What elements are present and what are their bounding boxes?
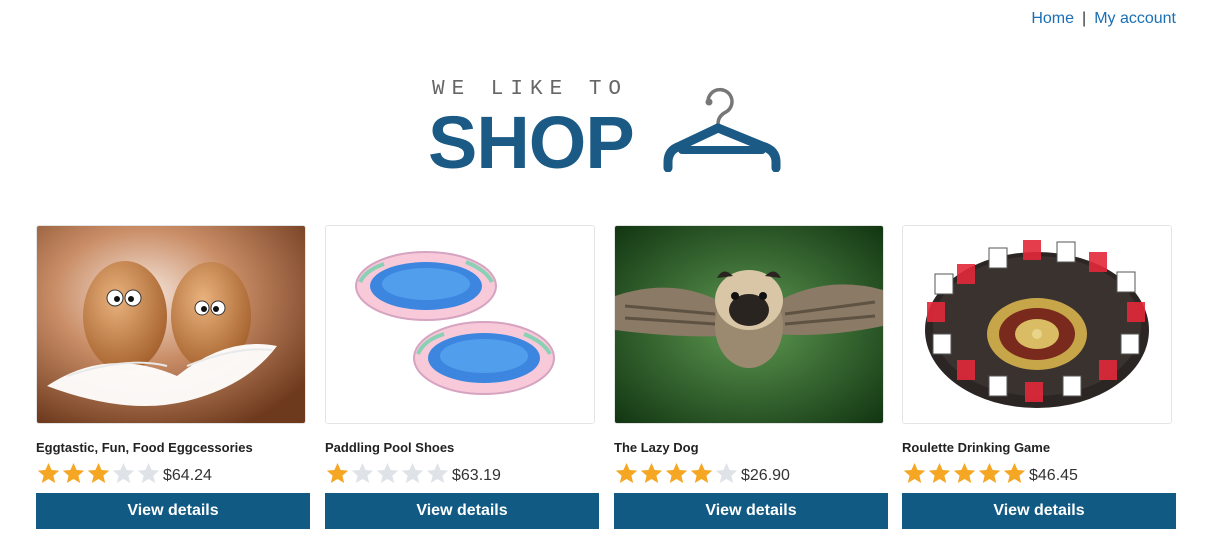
star-empty-icon xyxy=(401,463,424,483)
product-image-eggs[interactable] xyxy=(36,225,306,424)
product-card: The Lazy Dog $26.90 View details xyxy=(614,225,888,529)
star-filled-icon xyxy=(37,463,60,483)
star-filled-icon xyxy=(87,463,110,483)
star-filled-icon xyxy=(665,463,688,483)
hanger-icon xyxy=(663,87,781,172)
star-filled-icon xyxy=(978,463,1001,483)
product-price: $26.90 xyxy=(741,467,790,484)
view-details-button[interactable]: View details xyxy=(36,493,310,529)
product-price: $46.45 xyxy=(1029,467,1078,484)
top-nav: Home | My account xyxy=(1031,10,1176,28)
star-filled-icon xyxy=(1003,463,1026,483)
product-card: Paddling Pool Shoes $63.19 View details xyxy=(325,225,599,529)
star-filled-icon xyxy=(953,463,976,483)
rating-row: $63.19 xyxy=(325,460,599,486)
product-image-roulette[interactable] xyxy=(902,225,1172,424)
my-account-link[interactable]: My account xyxy=(1094,10,1176,27)
nav-separator: | xyxy=(1082,10,1087,27)
star-empty-icon xyxy=(715,463,738,483)
product-title[interactable]: Roulette Drinking Game xyxy=(902,440,1176,456)
product-image-pool-shoes[interactable] xyxy=(325,225,595,424)
product-image-lazy-dog[interactable] xyxy=(614,225,884,424)
star-filled-icon xyxy=(928,463,951,483)
star-rating xyxy=(36,462,161,484)
star-filled-icon xyxy=(615,463,638,483)
view-details-button[interactable]: View details xyxy=(325,493,599,529)
star-rating xyxy=(902,462,1027,484)
star-empty-icon xyxy=(137,463,160,483)
logo-tagline: WE LIKE TO xyxy=(432,78,629,101)
logo-wordmark: SHOP xyxy=(428,101,635,184)
product-grid: Eggtastic, Fun, Food Eggcessories $64.24… xyxy=(36,225,1176,545)
rating-row: $64.24 xyxy=(36,460,310,486)
star-empty-icon xyxy=(351,463,374,483)
star-empty-icon xyxy=(376,463,399,483)
view-details-button[interactable]: View details xyxy=(614,493,888,529)
site-logo[interactable]: WE LIKE TO SHOP xyxy=(428,78,790,184)
star-filled-icon xyxy=(326,463,349,483)
star-empty-icon xyxy=(112,463,135,483)
product-card: Eggtastic, Fun, Food Eggcessories $64.24… xyxy=(36,225,310,529)
star-filled-icon xyxy=(62,463,85,483)
star-empty-icon xyxy=(426,463,449,483)
star-rating xyxy=(614,462,739,484)
star-filled-icon xyxy=(903,463,926,483)
star-rating xyxy=(325,462,450,484)
product-card: Roulette Drinking Game $46.45 View detai… xyxy=(902,225,1176,529)
rating-row: $46.45 xyxy=(902,460,1176,486)
star-filled-icon xyxy=(640,463,663,483)
product-title[interactable]: Paddling Pool Shoes xyxy=(325,440,599,456)
product-title[interactable]: Eggtastic, Fun, Food Eggcessories xyxy=(36,440,310,456)
star-filled-icon xyxy=(690,463,713,483)
product-price: $64.24 xyxy=(163,467,212,484)
rating-row: $26.90 xyxy=(614,460,888,486)
product-price: $63.19 xyxy=(452,467,501,484)
home-link[interactable]: Home xyxy=(1031,10,1074,27)
view-details-button[interactable]: View details xyxy=(902,493,1176,529)
product-title[interactable]: The Lazy Dog xyxy=(614,440,888,456)
